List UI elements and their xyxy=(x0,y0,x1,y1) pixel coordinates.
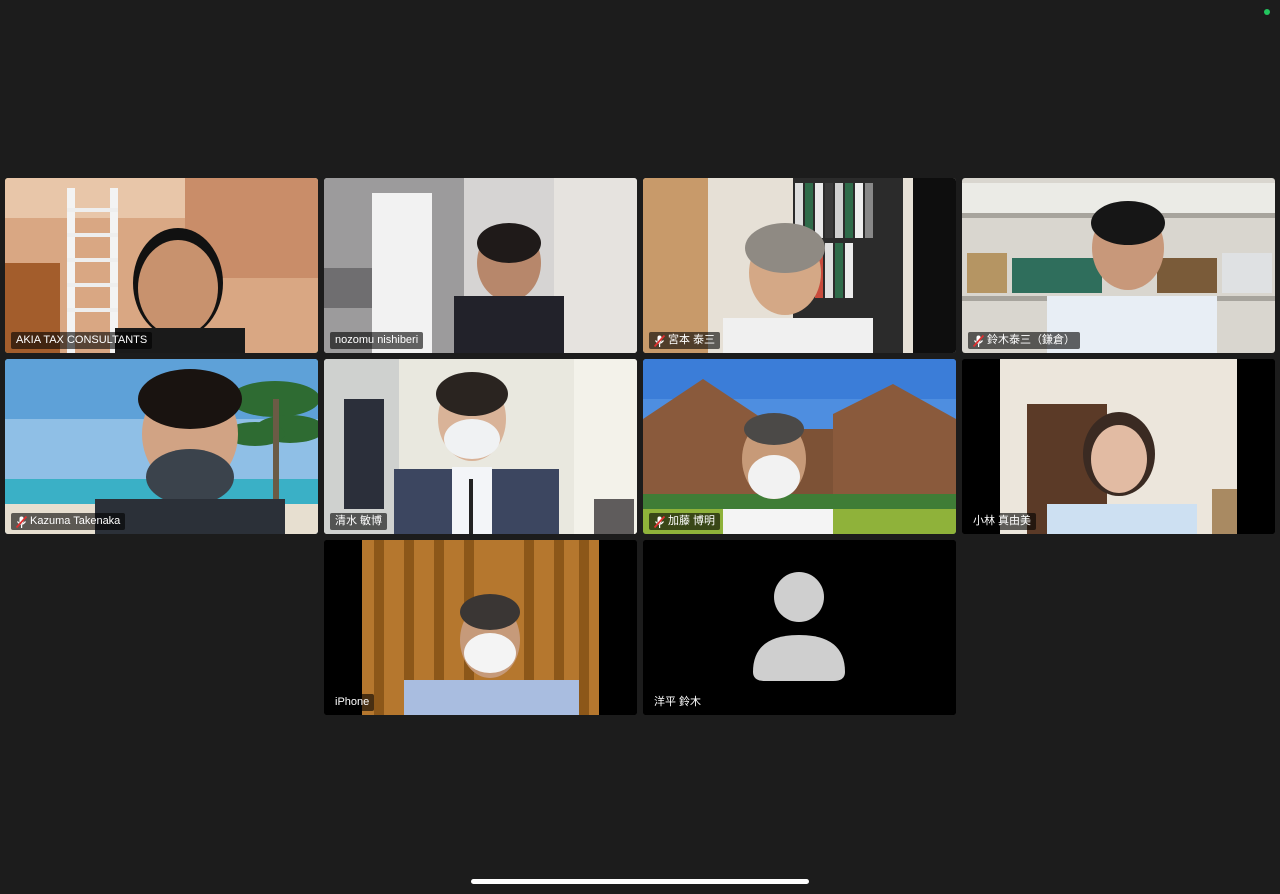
avatar-placeholder-icon xyxy=(643,540,956,715)
participant-name-tag: 小林 真由美 xyxy=(968,513,1037,530)
video-feed xyxy=(324,359,637,534)
video-feed xyxy=(324,540,637,715)
video-feed xyxy=(962,359,1275,534)
video-tile-miyamoto-taizo[interactable]: 宮本 泰三 xyxy=(643,178,956,353)
home-indicator[interactable] xyxy=(471,879,809,884)
participant-name-tag: nozomu nishiberi xyxy=(330,332,424,349)
mic-muted-icon xyxy=(15,515,28,528)
participant-name: iPhone xyxy=(335,696,370,708)
video-feed xyxy=(643,178,956,353)
video-tile-kazuma-takenaka[interactable]: Kazuma Takenaka xyxy=(5,359,318,534)
video-tile-iphone[interactable]: iPhone xyxy=(324,540,637,715)
video-tile-shimizu-toshihiro[interactable]: 清水 敏博 xyxy=(324,359,637,534)
video-feed xyxy=(5,178,318,353)
video-tile-akia-tax-consultants[interactable]: AKIA TAX CONSULTANTS xyxy=(5,178,318,353)
video-tile-yohei-suzuki[interactable]: 洋平 鈴木 xyxy=(643,540,956,715)
participant-name-tag: 鈴木泰三（鎌倉） xyxy=(968,332,1080,349)
participant-name: 洋平 鈴木 xyxy=(654,696,702,708)
video-tile-kato-hiroaki[interactable]: 加藤 博明 xyxy=(643,359,956,534)
participant-name-tag: 洋平 鈴木 xyxy=(649,694,707,711)
participant-name-tag: 宮本 泰三 xyxy=(649,332,721,349)
participant-name-tag: 清水 敏博 xyxy=(330,513,388,530)
participant-name: 加藤 博明 xyxy=(668,515,716,527)
participant-name: 宮本 泰三 xyxy=(668,334,716,346)
video-tile-kobayashi-mayumi[interactable]: 小林 真由美 xyxy=(962,359,1275,534)
video-tile-nozomu-nishiberi[interactable]: nozomu nishiberi xyxy=(324,178,637,353)
mic-muted-icon xyxy=(653,334,666,347)
participant-name-tag: AKIA TAX CONSULTANTS xyxy=(11,332,153,349)
video-feed xyxy=(5,359,318,534)
video-feed xyxy=(643,359,956,534)
video-feed xyxy=(962,178,1275,353)
participant-name: 清水 敏博 xyxy=(335,515,383,527)
participant-name: AKIA TAX CONSULTANTS xyxy=(16,334,148,346)
video-tile-suzuki-taizo[interactable]: 鈴木泰三（鎌倉） xyxy=(962,178,1275,353)
participant-name: 小林 真由美 xyxy=(973,515,1032,527)
participant-name-tag: iPhone xyxy=(330,694,375,711)
video-feed xyxy=(324,178,637,353)
participant-name: Kazuma Takenaka xyxy=(30,515,121,527)
participant-name-tag: Kazuma Takenaka xyxy=(11,513,126,530)
participant-name: 鈴木泰三（鎌倉） xyxy=(987,334,1075,346)
mic-muted-icon xyxy=(653,515,666,528)
mic-muted-icon xyxy=(972,334,985,347)
participant-name: nozomu nishiberi xyxy=(335,334,419,346)
connection-status-dot xyxy=(1264,9,1270,15)
participant-name-tag: 加藤 博明 xyxy=(649,513,721,530)
